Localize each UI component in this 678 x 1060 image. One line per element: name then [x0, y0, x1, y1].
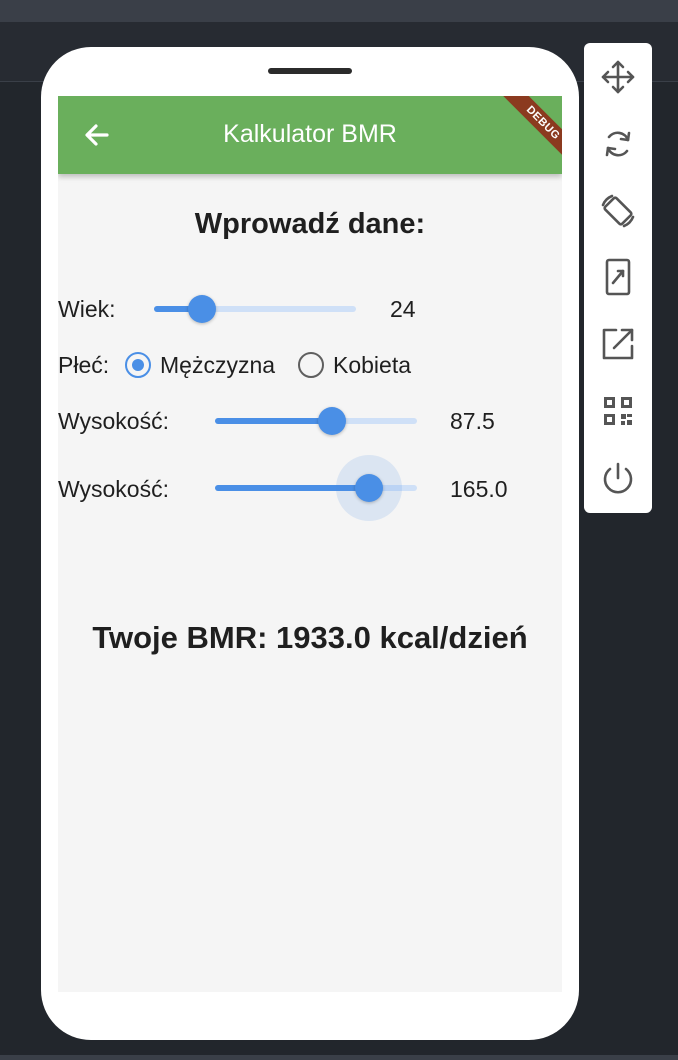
weight-slider[interactable]	[215, 403, 417, 439]
form-heading: Wprowadź dane:	[194, 208, 426, 240]
open-external-button[interactable]	[598, 324, 638, 364]
gender-label: Płeć:	[58, 352, 110, 378]
height-value: 165.0	[450, 476, 508, 502]
app-screen: Kalkulator BMR DEBUG Wprowadź dane: Wiek…	[58, 96, 562, 992]
resize-device-button[interactable]	[598, 257, 638, 297]
move-button[interactable]	[598, 57, 638, 97]
weight-label: Wysokość:	[58, 408, 169, 434]
emulator-toolbar	[584, 43, 652, 513]
gender-male-label[interactable]: Mężczyzna	[160, 352, 275, 379]
qr-code-icon	[604, 397, 632, 425]
move-icon	[601, 60, 635, 94]
weight-value: 87.5	[450, 408, 495, 434]
gender-female-label[interactable]: Kobieta	[333, 352, 411, 379]
age-value: 24	[390, 296, 416, 322]
age-slider[interactable]	[154, 291, 356, 327]
age-label: Wiek:	[58, 296, 116, 322]
app-bar: Kalkulator BMR	[58, 96, 562, 174]
weight-slider-thumb[interactable]	[318, 407, 347, 435]
power-button[interactable]	[598, 459, 638, 499]
window-bottom-border	[0, 1055, 678, 1060]
resize-device-icon	[605, 258, 631, 296]
app-bar-title: Kalkulator BMR	[223, 120, 397, 148]
device-speaker-notch	[268, 68, 352, 74]
height-slider[interactable]	[215, 455, 417, 521]
window-top-bar	[0, 0, 678, 22]
height-slider-thumb[interactable]	[354, 474, 383, 502]
gender-female-radio[interactable]	[298, 352, 324, 378]
rotate-device-icon	[601, 194, 635, 228]
rotate-device-button[interactable]	[598, 191, 638, 231]
age-slider-thumb[interactable]	[188, 295, 217, 323]
qr-code-button[interactable]	[598, 391, 638, 431]
weight-slider-fill	[215, 418, 333, 424]
height-label: Wysokość:	[58, 476, 169, 502]
bmr-result: Twoje BMR: 1933.0 kcal/dzień	[92, 620, 528, 655]
open-external-icon	[602, 328, 634, 360]
gender-male-radio[interactable]	[125, 352, 151, 378]
rotate-button[interactable]	[598, 124, 638, 164]
rotate-icon	[605, 131, 631, 157]
power-icon	[603, 462, 633, 494]
